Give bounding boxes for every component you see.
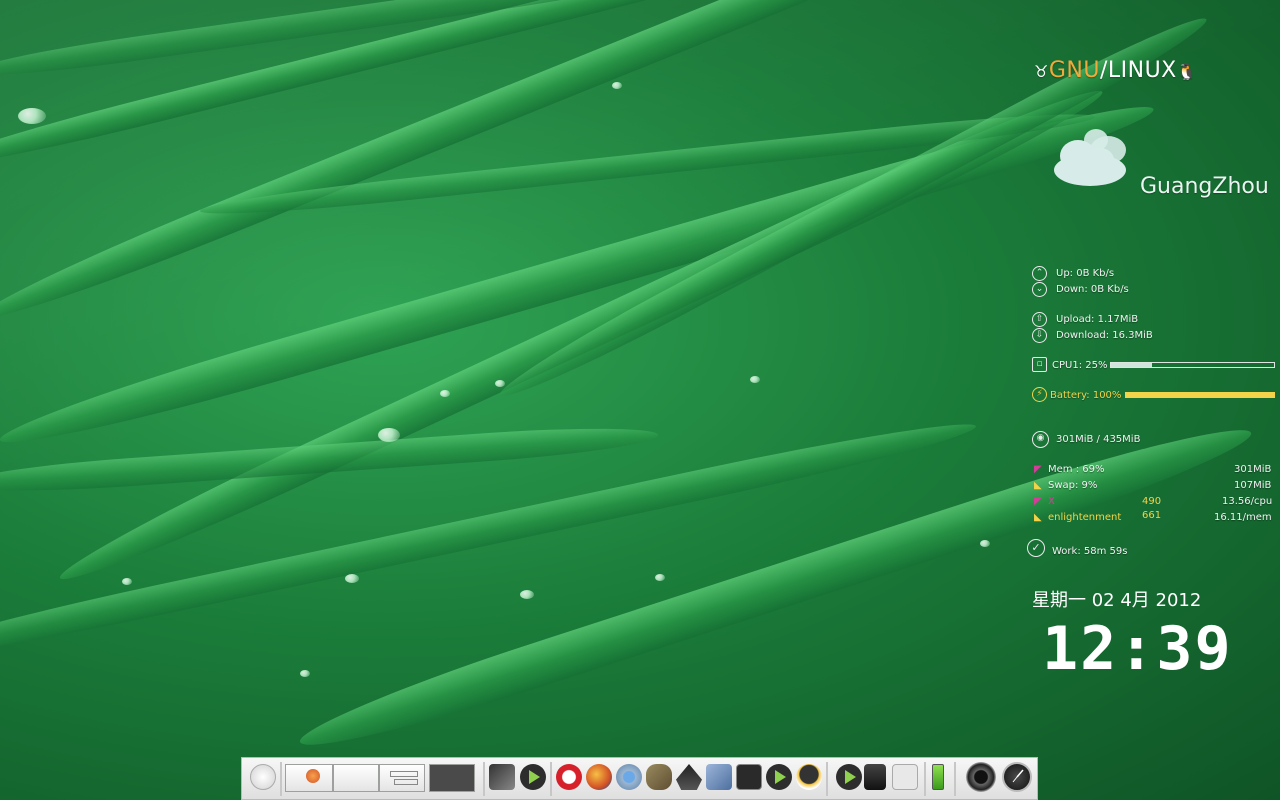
timer-icon: ✓ [1027,539,1045,557]
weather-city: GuangZhou [1140,174,1269,199]
battery-icon: ⚡ [1032,387,1047,402]
water-drop [980,540,990,547]
cpu-bar-fill [1111,363,1152,367]
clock-display: 12:39 [1042,614,1233,684]
water-drop [612,82,622,89]
gimp-icon[interactable] [646,764,672,790]
cpu-label: CPU1: 25% [1052,360,1108,371]
upload-total-icon: ⇧ [1032,312,1047,327]
memory-icon: ◉ [1032,431,1049,448]
mem-pie-icon: ◤ [1034,464,1042,475]
pager-desk-2[interactable] [333,764,379,792]
upload-speed-icon: ⌃ [1032,266,1047,281]
speaker-icon[interactable] [966,762,996,792]
separator [924,762,926,796]
logo-gnu-text: GNU [1048,58,1100,83]
fcitx-icon[interactable] [489,764,515,790]
keyboard-icon[interactable] [892,764,918,790]
water-drop [18,108,46,124]
monitor-icon[interactable] [864,764,886,790]
proc-pid: 661 [1142,510,1162,521]
firefox-icon[interactable] [586,764,612,790]
water-drop [122,578,132,585]
proc-pid: 490 [1142,496,1162,507]
gnu-icon: ♉ [1034,62,1049,81]
cpu-bar [1110,362,1275,368]
qq-icon[interactable] [796,764,822,790]
proc-value: 13.56/cpu [1222,496,1273,507]
proc-e-icon: ◣ [1034,512,1042,523]
cloud-icon [1050,126,1130,194]
water-drop [520,590,534,599]
window-thumb [394,779,418,785]
start-icon[interactable] [250,764,276,790]
terminal-icon[interactable] [736,764,762,790]
separator [550,762,552,796]
logo-linux-text: LINUX [1107,58,1177,83]
inkscape-icon[interactable] [676,764,702,790]
water-drop [495,380,505,387]
logo-slash: / [1099,58,1108,83]
net-upload: Upload: 1.17MiB [1056,314,1139,325]
separator [826,762,828,796]
proc-name: X [1048,496,1055,507]
play-icon[interactable] [520,764,546,790]
swap-pie-icon: ◣ [1034,480,1042,491]
taskbar [241,757,1038,800]
pager-desk-1[interactable] [285,764,333,792]
water-drop [345,574,359,583]
swap-label: Swap: 9% [1048,480,1098,491]
pager-desk-4[interactable] [429,764,475,792]
clock-icon[interactable] [1002,762,1032,792]
download-speed-icon: ⌄ [1032,282,1047,297]
net-download: Download: 16.3MiB [1056,330,1153,341]
mem-label: Mem : 69% [1048,464,1105,475]
separator [954,762,956,796]
net-down: Down: 0B Kb/s [1056,284,1129,295]
proc-value: 16.11/mem [1214,512,1272,523]
separator [483,762,485,796]
water-drop [440,390,450,397]
work-timer: Work: 58m 59s [1052,546,1128,557]
window-thumb [390,771,418,777]
water-drop [655,574,665,581]
swap-value: 107MiB [1234,480,1272,491]
net-up: Up: 0B Kb/s [1056,268,1115,279]
battery-icon[interactable] [932,764,944,790]
opera-icon[interactable] [556,764,582,790]
settings-icon[interactable] [706,764,732,790]
separator [280,762,282,796]
cpu-icon: ▫ [1032,357,1047,372]
download-total-icon: ⇩ [1032,328,1047,343]
pager-desk-3[interactable] [379,764,425,792]
mem-value: 301MiB [1234,464,1272,475]
proc-name: enlightenment [1048,512,1122,523]
battery-bar-fill [1126,393,1274,397]
water-drop [378,428,400,442]
water-drop [750,376,760,383]
play-icon[interactable] [766,764,792,790]
water-drop [300,670,310,677]
date-display: 星期一 02 4月 2012 [1032,590,1202,611]
battery-bar [1125,392,1275,398]
proc-x-icon: ◤ [1034,496,1042,507]
play-icon[interactable] [836,764,862,790]
memory-summary: 301MiB / 435MiB [1056,434,1141,445]
chromium-icon[interactable] [616,764,642,790]
tux-icon: 🐧 [1176,62,1198,81]
firefox-icon [306,769,320,783]
gnu-linux-logo: ♉GNU/LINUX🐧 [1034,58,1197,83]
battery-label: Battery: 100% [1050,390,1122,401]
